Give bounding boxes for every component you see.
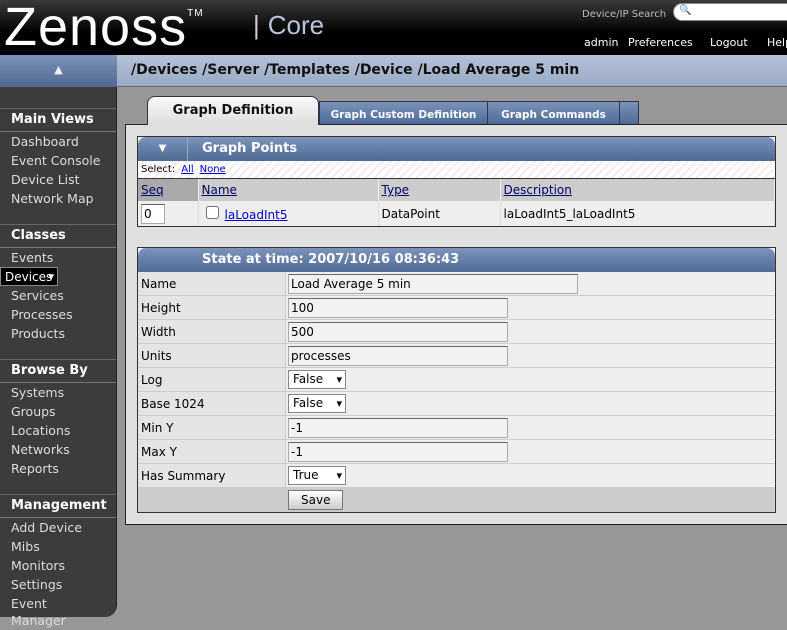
name-label: Name: [138, 272, 286, 295]
state-box: State at time: 2007/10/16 08:36:43 NameH…: [137, 247, 776, 513]
breadcrumb-bar: /Devices /Server /Templates /Device /Loa…: [117, 55, 787, 87]
log-label: Log: [138, 368, 286, 391]
graph-points-box: ▼ Graph Points Select: All None Seq Name Type…: [137, 136, 776, 227]
field-row-name: Name: [138, 272, 775, 296]
width-input[interactable]: [288, 322, 508, 342]
units-input[interactable]: [288, 346, 508, 366]
search-icon: 🔍: [679, 5, 692, 16]
field-row-summary: Has Summary True: [138, 464, 775, 488]
sidebar-section-title: Main Views: [0, 108, 116, 132]
zenoss-logo[interactable]: ZenossTM: [4, 0, 204, 58]
sidebar-item-locations[interactable]: Locations: [0, 421, 116, 440]
triangle-up-icon: ▲: [54, 63, 63, 76]
base1024-label: Base 1024: [138, 392, 286, 415]
collapse-sidebar-button[interactable]: ▲: [0, 55, 117, 87]
tab-graph-commands[interactable]: Graph Commands: [487, 101, 620, 125]
field-row-units: Units: [138, 344, 775, 368]
sidebar-item-monitors[interactable]: Monitors: [0, 556, 116, 575]
field-row-base1024: Base 1024 False: [138, 392, 775, 416]
logout-link[interactable]: Logout: [710, 36, 748, 49]
sidebar-item-reports[interactable]: Reports: [0, 459, 116, 478]
select-label: Select:: [141, 164, 176, 175]
field-row-height: Height: [138, 296, 775, 320]
state-title: State at time: 2007/10/16 08:36:43: [202, 252, 460, 267]
graph-point-link[interactable]: laLoadInt5: [225, 208, 288, 222]
sidebar-item-event-manager[interactable]: Event Manager: [0, 594, 116, 628]
sidebar-item-devices[interactable]: Devices: [0, 267, 58, 286]
table-row: laLoadInt5 DataPoint laLoadInt5_laLoadIn…: [138, 201, 775, 226]
field-row-log: Log False: [138, 368, 775, 392]
sidebar: Main Views Dashboard Event Console Device L…: [0, 87, 117, 628]
base1024-select[interactable]: False: [288, 394, 346, 413]
height-label: Height: [138, 296, 286, 319]
seq-input[interactable]: [141, 203, 165, 224]
field-row-maxy: Max Y: [138, 440, 775, 464]
sidebar-item-systems[interactable]: Systems: [0, 383, 116, 402]
col-seq: Seq: [138, 179, 199, 201]
sidebar-item-services[interactable]: Services: [0, 286, 116, 305]
preferences-link[interactable]: Preferences: [628, 36, 693, 49]
sidebar-item-dashboard[interactable]: Dashboard: [0, 132, 116, 151]
sidebar-section-title: Management: [0, 494, 116, 518]
summary-label: Has Summary: [138, 464, 286, 487]
col-name: Name: [198, 179, 379, 201]
help-link[interactable]: Help: [767, 36, 787, 49]
sidebar-item-processes[interactable]: Processes: [0, 305, 116, 324]
graph-points-table: SeqNameTypeDescription laLoadInt5 DataPo…: [138, 179, 775, 226]
product-name: Core: [253, 10, 324, 41]
tab-end: [619, 101, 639, 125]
save-button[interactable]: Save: [288, 490, 344, 510]
collapse-toggle-icon[interactable]: ▼: [138, 137, 188, 161]
graph-points-title: Graph Points: [202, 141, 298, 156]
description-cell: laLoadInt5_laLoadInt5: [500, 201, 775, 226]
trademark: TM: [187, 8, 204, 19]
units-label: Units: [138, 344, 286, 367]
miny-input[interactable]: [288, 418, 508, 438]
tab-graph-custom-definition[interactable]: Graph Custom Definition: [319, 101, 488, 125]
sidebar-section-title: Classes: [0, 224, 116, 248]
logo-text: Zenoss: [4, 0, 188, 57]
select-all-link[interactable]: All: [181, 164, 193, 175]
sidebar-item-products[interactable]: Products: [0, 324, 116, 343]
sidebar-item-networks[interactable]: Networks: [0, 440, 116, 459]
maxy-input[interactable]: [288, 442, 508, 462]
name-input[interactable]: [288, 274, 578, 294]
sidebar-item-events[interactable]: Events: [0, 248, 116, 267]
row-checkbox[interactable]: [205, 205, 219, 219]
sidebar-item-device-list[interactable]: Device List: [0, 170, 116, 189]
summary-select[interactable]: True: [288, 466, 346, 485]
select-none-link[interactable]: None: [200, 164, 226, 175]
tab-graph-definition[interactable]: Graph Definition: [147, 96, 319, 125]
breadcrumb[interactable]: /Devices /Server /Templates /Device /Loa…: [131, 62, 579, 78]
height-input[interactable]: [288, 298, 508, 318]
sidebar-item-mibs[interactable]: Mibs: [0, 537, 116, 556]
admin-link[interactable]: admin: [584, 36, 618, 49]
miny-label: Min Y: [138, 416, 286, 439]
header: ZenossTM Core Device/IP Search 🔍 admin P…: [0, 0, 787, 58]
col-description: Description: [500, 179, 775, 201]
sidebar-item-groups[interactable]: Groups: [0, 402, 116, 421]
type-cell: DataPoint: [378, 201, 501, 226]
sidebar-item-settings[interactable]: Settings: [0, 575, 116, 594]
sidebar-item-network-map[interactable]: Network Map: [0, 189, 116, 208]
sidebar-section-title: Browse By: [0, 359, 116, 383]
col-type: Type: [378, 179, 501, 201]
sidebar-item-event-console[interactable]: Event Console: [0, 151, 116, 170]
field-row-width: Width: [138, 320, 775, 344]
maxy-label: Max Y: [138, 440, 286, 463]
select-bar: Select: All None: [138, 161, 775, 179]
log-select[interactable]: False: [288, 370, 346, 389]
field-row-miny: Min Y: [138, 416, 775, 440]
sidebar-item-add-device[interactable]: Add Device: [0, 518, 116, 537]
width-label: Width: [138, 320, 286, 343]
search-label: Device/IP Search: [582, 9, 667, 20]
